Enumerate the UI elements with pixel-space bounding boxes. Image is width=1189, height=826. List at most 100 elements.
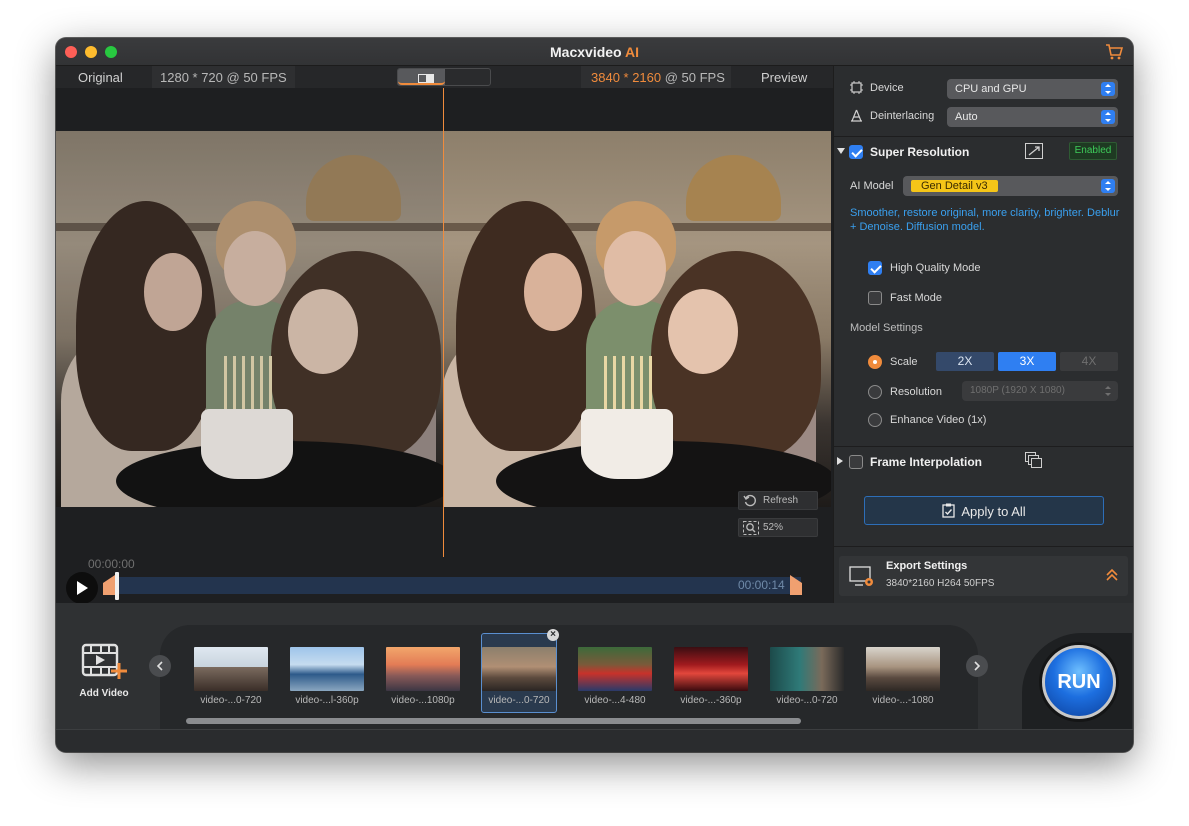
super-resolution-status-badge: Enabled	[1069, 142, 1117, 160]
scale-label: Scale	[890, 356, 918, 368]
app-title: Macxvideo AI	[56, 44, 1133, 60]
thumbnail-image	[674, 647, 748, 691]
export-settings-summary: 3840*2160 H264 50FPS	[886, 578, 995, 589]
trim-start-handle[interactable]	[103, 575, 115, 595]
export-settings-icon	[849, 566, 873, 586]
device-value: CPU and GPU	[955, 83, 1027, 95]
time-end: 00:00:14	[738, 578, 785, 592]
thumbnail-image	[770, 647, 844, 691]
view-mode-split-button[interactable]	[398, 69, 445, 85]
thumbnail-name: video-...-1080	[872, 695, 934, 706]
preview-label: Preview	[761, 70, 808, 85]
app-title-name: Macxvideo	[550, 44, 622, 60]
compare-divider-handle[interactable]	[443, 88, 444, 585]
original-video-frame[interactable]	[56, 131, 443, 507]
play-icon	[77, 581, 88, 595]
refresh-button[interactable]: Refresh	[738, 491, 818, 510]
high-quality-mode-checkbox[interactable]	[868, 261, 882, 275]
video-thumbnail-selected[interactable]: video-...0-720	[482, 647, 556, 706]
video-thumbnail[interactable]: video-...-1080	[866, 647, 940, 706]
chevron-up-double-icon	[1106, 568, 1118, 581]
video-thumbnail[interactable]: video-...0-720	[770, 647, 844, 706]
scale-radio[interactable]	[868, 355, 882, 369]
apply-to-all-button[interactable]: Apply to All	[864, 496, 1104, 525]
time-start: 00:00:00	[88, 557, 135, 571]
scale-2x-button[interactable]: 2X	[936, 352, 994, 371]
frame-interpolation-header: Frame Interpolation	[834, 447, 1133, 477]
resolution-label: Resolution	[890, 386, 942, 398]
video-thumbnail[interactable]: video-...4-480	[578, 647, 652, 706]
timeline-track[interactable]	[115, 577, 801, 594]
video-thumbnail[interactable]: video-...l-360p	[290, 647, 364, 706]
select-arrows-icon	[1101, 179, 1115, 193]
remove-video-button[interactable]: ×	[547, 629, 559, 641]
video-scene	[56, 131, 443, 507]
play-button[interactable]	[66, 572, 98, 604]
expand-triangle-icon[interactable]	[837, 457, 843, 465]
video-thumbnail[interactable]: video-...-360p	[674, 647, 748, 706]
frames-stack-icon[interactable]	[1025, 452, 1043, 468]
high-quality-mode-label: High Quality Mode	[890, 262, 981, 274]
resolution-select[interactable]: 1080P (1920 X 1080)	[962, 381, 1118, 401]
playhead[interactable]	[115, 572, 119, 600]
split-view-icon	[417, 73, 434, 83]
run-button[interactable]: RUN	[1042, 645, 1116, 719]
enhance-video-label: Enhance Video (1x)	[890, 414, 987, 426]
thumbnail-image	[290, 647, 364, 691]
super-resolution-title: Super Resolution	[870, 145, 970, 159]
video-scene	[444, 131, 831, 507]
apply-to-all-label: Apply to All	[961, 504, 1026, 519]
video-thumbnail[interactable]: video-...1080p	[386, 647, 460, 706]
add-video-button[interactable]: Add Video	[76, 641, 132, 699]
app-title-accent: AI	[624, 44, 639, 60]
deinterlacing-value: Auto	[955, 111, 978, 123]
timeline: 00:00:00 00:00:14	[56, 557, 833, 604]
zoom-level: 52%	[763, 522, 784, 533]
thumbnail-name: video-...0-720	[200, 695, 262, 706]
refresh-icon	[743, 494, 756, 507]
thumbnail-name: video-...l-360p	[295, 695, 359, 706]
expand-compare-icon[interactable]	[1025, 143, 1043, 159]
model-description: Smoother, restore original, more clarity…	[850, 207, 1120, 233]
device-label: Device	[870, 82, 904, 94]
resolution-radio[interactable]	[868, 385, 882, 399]
video-thumbnail[interactable]: video-...0-720	[194, 647, 268, 706]
enhance-video-radio[interactable]	[868, 413, 882, 427]
ai-model-label: AI Model	[850, 180, 894, 192]
deinterlacing-label: Deinterlacing	[870, 110, 935, 122]
zoom-icon	[743, 521, 759, 535]
deinterlace-icon	[851, 109, 862, 122]
section-divider	[834, 546, 1133, 547]
export-settings-button[interactable]: Export Settings 3840*2160 H264 50FPS	[839, 556, 1128, 596]
status-strip	[56, 729, 1133, 752]
zoom-button[interactable]: 52%	[738, 518, 818, 537]
preview-area: Original 1280 * 720 @ 50 FPS 3840 * 2160…	[56, 66, 833, 603]
original-label: Original	[78, 70, 123, 85]
preview-resolution-fps: @ 50 FPS	[661, 70, 725, 85]
collapse-triangle-icon[interactable]	[837, 148, 845, 154]
device-chip-icon	[850, 81, 863, 94]
thumbnail-name: video-...0-720	[776, 695, 838, 706]
queue-scrollbar[interactable]	[186, 718, 801, 724]
scale-3x-button[interactable]: 3X	[998, 352, 1056, 371]
export-settings-title: Export Settings	[886, 560, 968, 572]
ai-model-select[interactable]: Gen Detail v3	[903, 176, 1118, 196]
queue-next-button[interactable]	[966, 655, 988, 677]
preview-video-frame[interactable]	[444, 131, 831, 507]
thumbnail-image	[578, 647, 652, 691]
select-arrows-icon	[1101, 110, 1115, 124]
device-select[interactable]: CPU and GPU	[947, 79, 1118, 99]
fast-mode-checkbox[interactable]	[868, 291, 882, 305]
thumbnail-image	[386, 647, 460, 691]
frame-interpolation-checkbox[interactable]	[849, 455, 863, 469]
deinterlacing-select[interactable]: Auto	[947, 107, 1118, 127]
queue-prev-button[interactable]	[149, 655, 171, 677]
thumbnail-image	[482, 647, 556, 691]
add-video-icon	[81, 643, 127, 679]
cart-icon[interactable]	[1105, 43, 1123, 61]
settings-panel: Device CPU and GPU Deinterlacing Auto Su…	[833, 66, 1133, 603]
select-arrows-icon	[1101, 384, 1115, 398]
scale-4x-button[interactable]: 4X	[1060, 352, 1118, 371]
thumbnail-name: video-...-360p	[680, 695, 742, 706]
super-resolution-checkbox[interactable]	[849, 145, 863, 159]
